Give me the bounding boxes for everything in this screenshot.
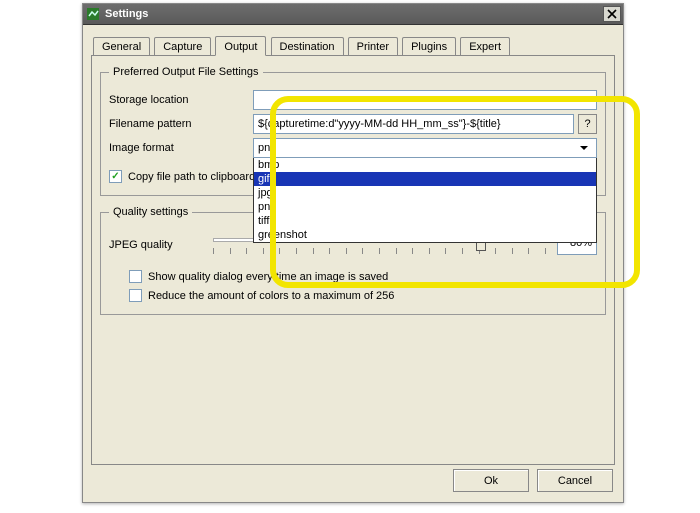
tab-output[interactable]: Output (215, 36, 266, 56)
label-image-format: Image format (109, 142, 253, 154)
option-png[interactable]: png (254, 200, 596, 214)
fieldset-file-settings: Preferred Output File Settings Storage l… (100, 66, 606, 196)
row-image-format: Image format png bmp gif (109, 138, 597, 158)
image-format-combo[interactable]: png bmp gif jpg png tiff (253, 138, 597, 158)
window-title: Settings (105, 8, 603, 20)
label-jpeg-quality: JPEG quality (109, 239, 209, 251)
tab-capture[interactable]: Capture (154, 37, 211, 55)
settings-window: Settings General Capture Output Destinat… (82, 3, 624, 503)
filename-help-button[interactable]: ? (578, 114, 597, 134)
tab-plugins[interactable]: Plugins (402, 37, 456, 55)
titlebar[interactable]: Settings (83, 4, 623, 25)
filename-pattern-input[interactable] (253, 114, 574, 134)
close-icon (607, 9, 617, 19)
row-storage: Storage location (109, 90, 597, 110)
tab-panel-output: Preferred Output File Settings Storage l… (91, 55, 615, 465)
cancel-button[interactable]: Cancel (537, 469, 613, 492)
dialog-footer: Ok Cancel (453, 469, 613, 492)
reduce-colors-label: Reduce the amount of colors to a maximum… (148, 290, 394, 302)
chevron-down-icon (576, 91, 592, 109)
legend-quality: Quality settings (109, 206, 192, 218)
app-icon (85, 6, 101, 22)
tab-strip: General Capture Output Destination Print… (91, 35, 615, 55)
reduce-colors-checkbox[interactable] (129, 289, 142, 302)
image-format-dropdown[interactable]: bmp gif jpg png tiff greenshot (253, 158, 597, 243)
tab-printer[interactable]: Printer (348, 37, 398, 55)
ok-button[interactable]: Ok (453, 469, 529, 492)
option-tiff[interactable]: tiff (254, 214, 596, 228)
chevron-down-icon (576, 139, 592, 157)
image-format-selected: png (258, 142, 276, 154)
label-filename: Filename pattern (109, 118, 253, 130)
tab-expert[interactable]: Expert (460, 37, 510, 55)
row-reduce-colors: Reduce the amount of colors to a maximum… (129, 289, 597, 302)
row-show-dialog: Show quality dialog every time an image … (129, 270, 597, 283)
row-filename: Filename pattern ? (109, 114, 597, 134)
tab-destination[interactable]: Destination (271, 37, 344, 55)
storage-location-combo[interactable] (253, 90, 597, 110)
tab-general[interactable]: General (93, 37, 150, 55)
option-jpg[interactable]: jpg (254, 186, 596, 200)
show-dialog-checkbox[interactable] (129, 270, 142, 283)
option-greenshot[interactable]: greenshot (254, 228, 596, 242)
legend-file-settings: Preferred Output File Settings (109, 66, 263, 78)
client-area: General Capture Output Destination Print… (83, 25, 623, 473)
show-dialog-label: Show quality dialog every time an image … (148, 271, 388, 283)
label-storage: Storage location (109, 94, 253, 106)
copy-clipboard-checkbox[interactable] (109, 170, 122, 183)
option-bmp[interactable]: bmp (254, 158, 596, 172)
option-gif[interactable]: gif (254, 172, 596, 186)
close-button[interactable] (603, 6, 621, 22)
